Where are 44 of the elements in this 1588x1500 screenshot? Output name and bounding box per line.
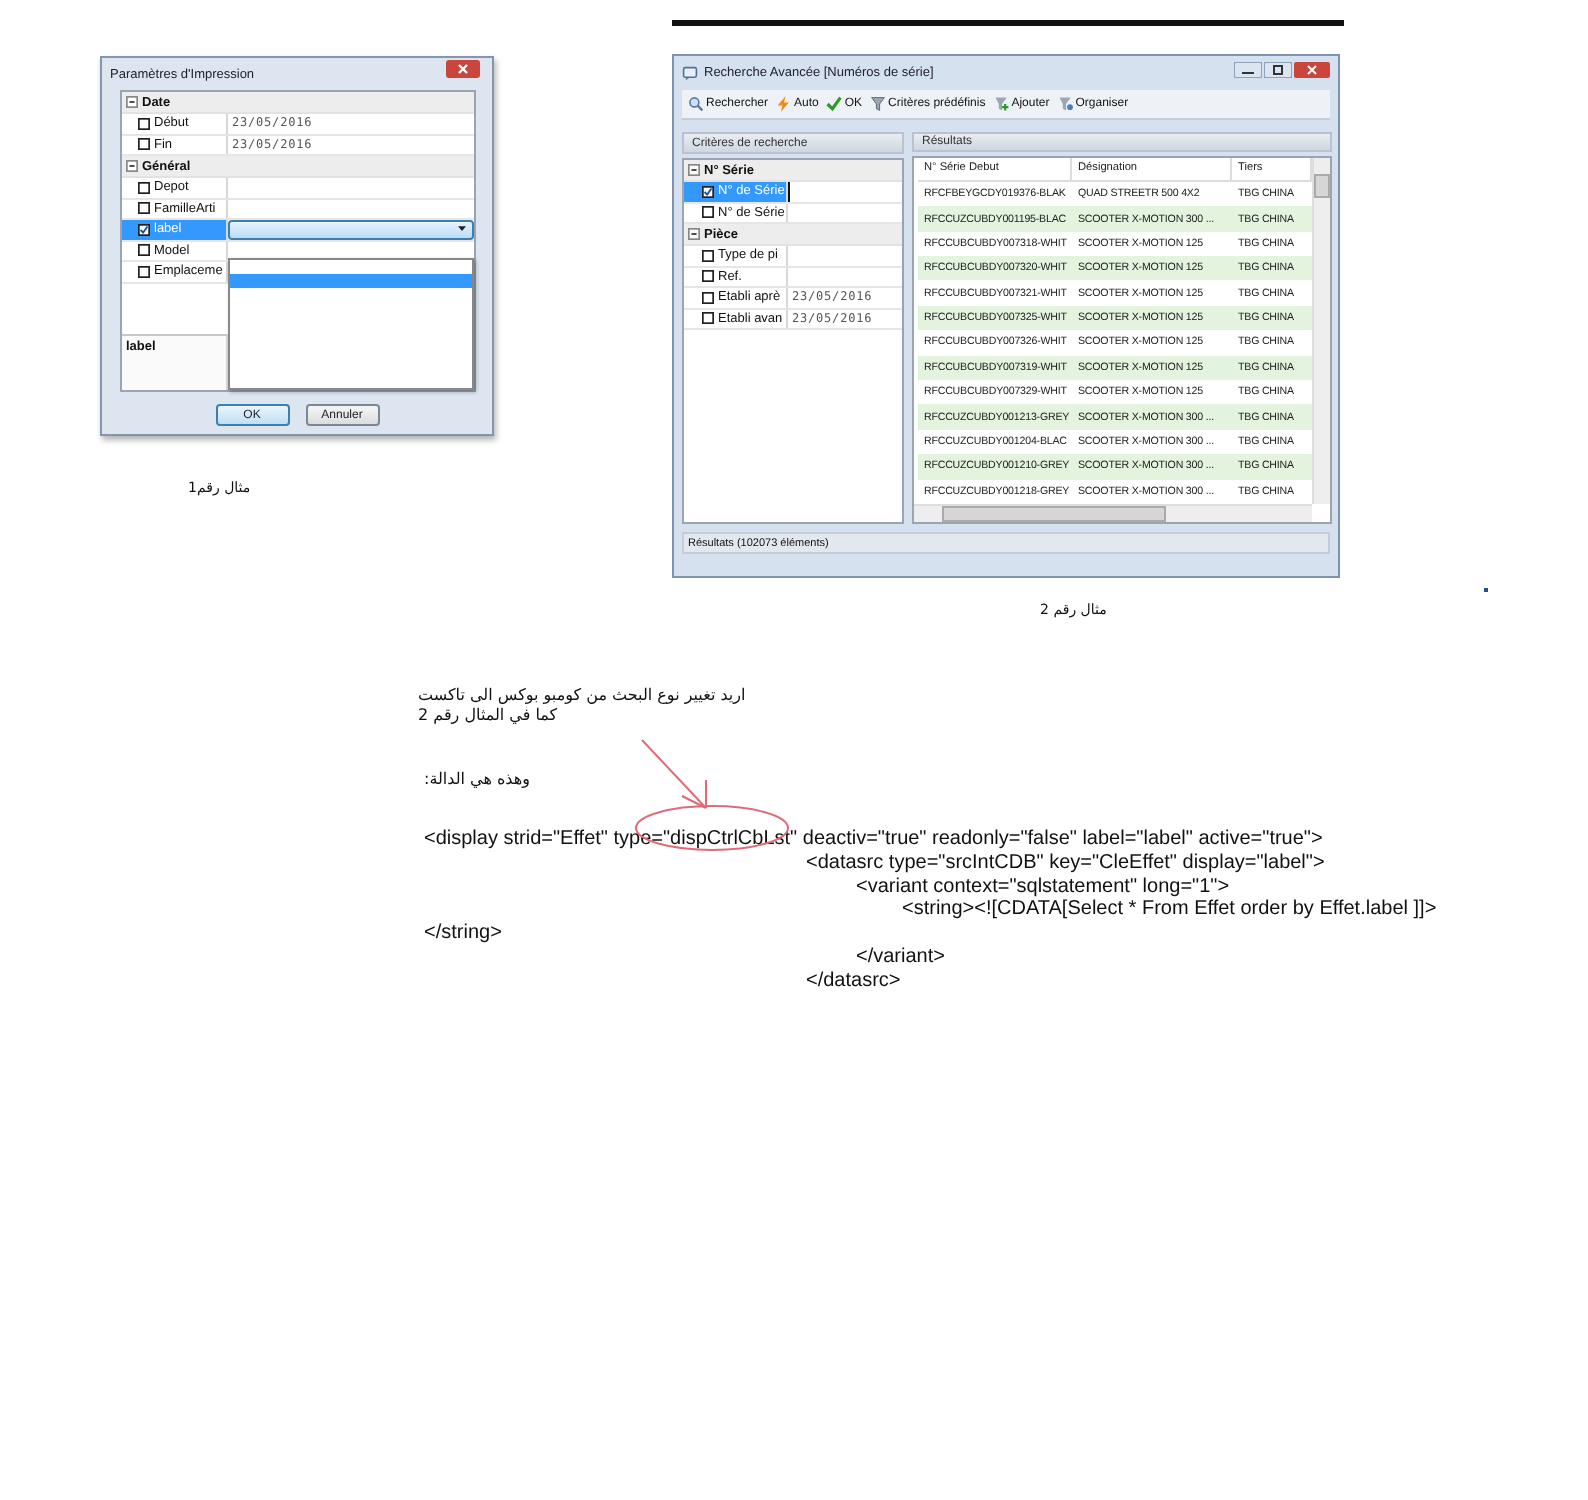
checkbox[interactable] — [702, 291, 714, 304]
pointer-arrow — [641, 739, 707, 809]
question-text: اريد تغيير نوع البحث من كومبو بوكس الى تاكست — [418, 686, 746, 706]
checkbox[interactable] — [138, 202, 150, 215]
minimize-icon[interactable] — [1234, 62, 1262, 78]
checkbox[interactable] — [702, 270, 714, 283]
collapse-icon[interactable] — [688, 228, 700, 240]
code-line: <variant context="sqlstatement" long="1"> — [856, 875, 1230, 898]
collapse-icon[interactable] — [688, 164, 700, 176]
collapse-icon[interactable] — [126, 160, 138, 172]
dropdown-field[interactable] — [228, 220, 474, 239]
checkbox[interactable] — [138, 181, 150, 194]
close-icon[interactable] — [446, 60, 480, 78]
question-text: كما في المثال رقم 2 — [418, 706, 558, 726]
code-line: <string><![CDATA[Select * From Effet order by Effet.label ]]> — [902, 898, 1437, 921]
speech-bubble-icon — [682, 65, 698, 81]
checkbox[interactable] — [702, 312, 714, 325]
checkbox[interactable] — [702, 206, 714, 219]
checkbox[interactable] — [702, 249, 714, 262]
checkmark-icon — [826, 96, 843, 112]
caret-icon — [458, 226, 466, 233]
checkbox[interactable] — [138, 244, 150, 257]
function-label: وهذه هي الدالة: — [424, 770, 530, 790]
checkbox[interactable] — [138, 138, 150, 151]
code-line: </variant> — [856, 945, 945, 968]
checkbox[interactable] — [138, 117, 150, 130]
checkbox[interactable] — [138, 223, 150, 236]
collapse-icon[interactable] — [126, 96, 138, 108]
checkbox[interactable] — [702, 185, 714, 198]
search-icon — [688, 96, 704, 112]
close-icon[interactable] — [1294, 62, 1330, 78]
dropdown-list[interactable] — [228, 258, 474, 390]
funnel-icon — [870, 96, 887, 112]
code-line: </string> — [424, 922, 502, 945]
dot-mark — [1484, 588, 1488, 592]
funnel-plus-icon — [993, 96, 1010, 112]
funnel-gear-icon — [1057, 96, 1074, 112]
vertical-scrollbar[interactable] — [1312, 157, 1330, 504]
lightning-icon — [776, 96, 793, 112]
checkbox[interactable] — [138, 265, 150, 278]
code-line: <datasrc type="srcIntCDB" key="CleEffet" display="label"> — [806, 851, 1325, 874]
horizontal-scrollbar[interactable] — [914, 504, 1312, 522]
code-line: </datasrc> — [806, 969, 901, 992]
maximize-icon[interactable] — [1264, 62, 1292, 78]
